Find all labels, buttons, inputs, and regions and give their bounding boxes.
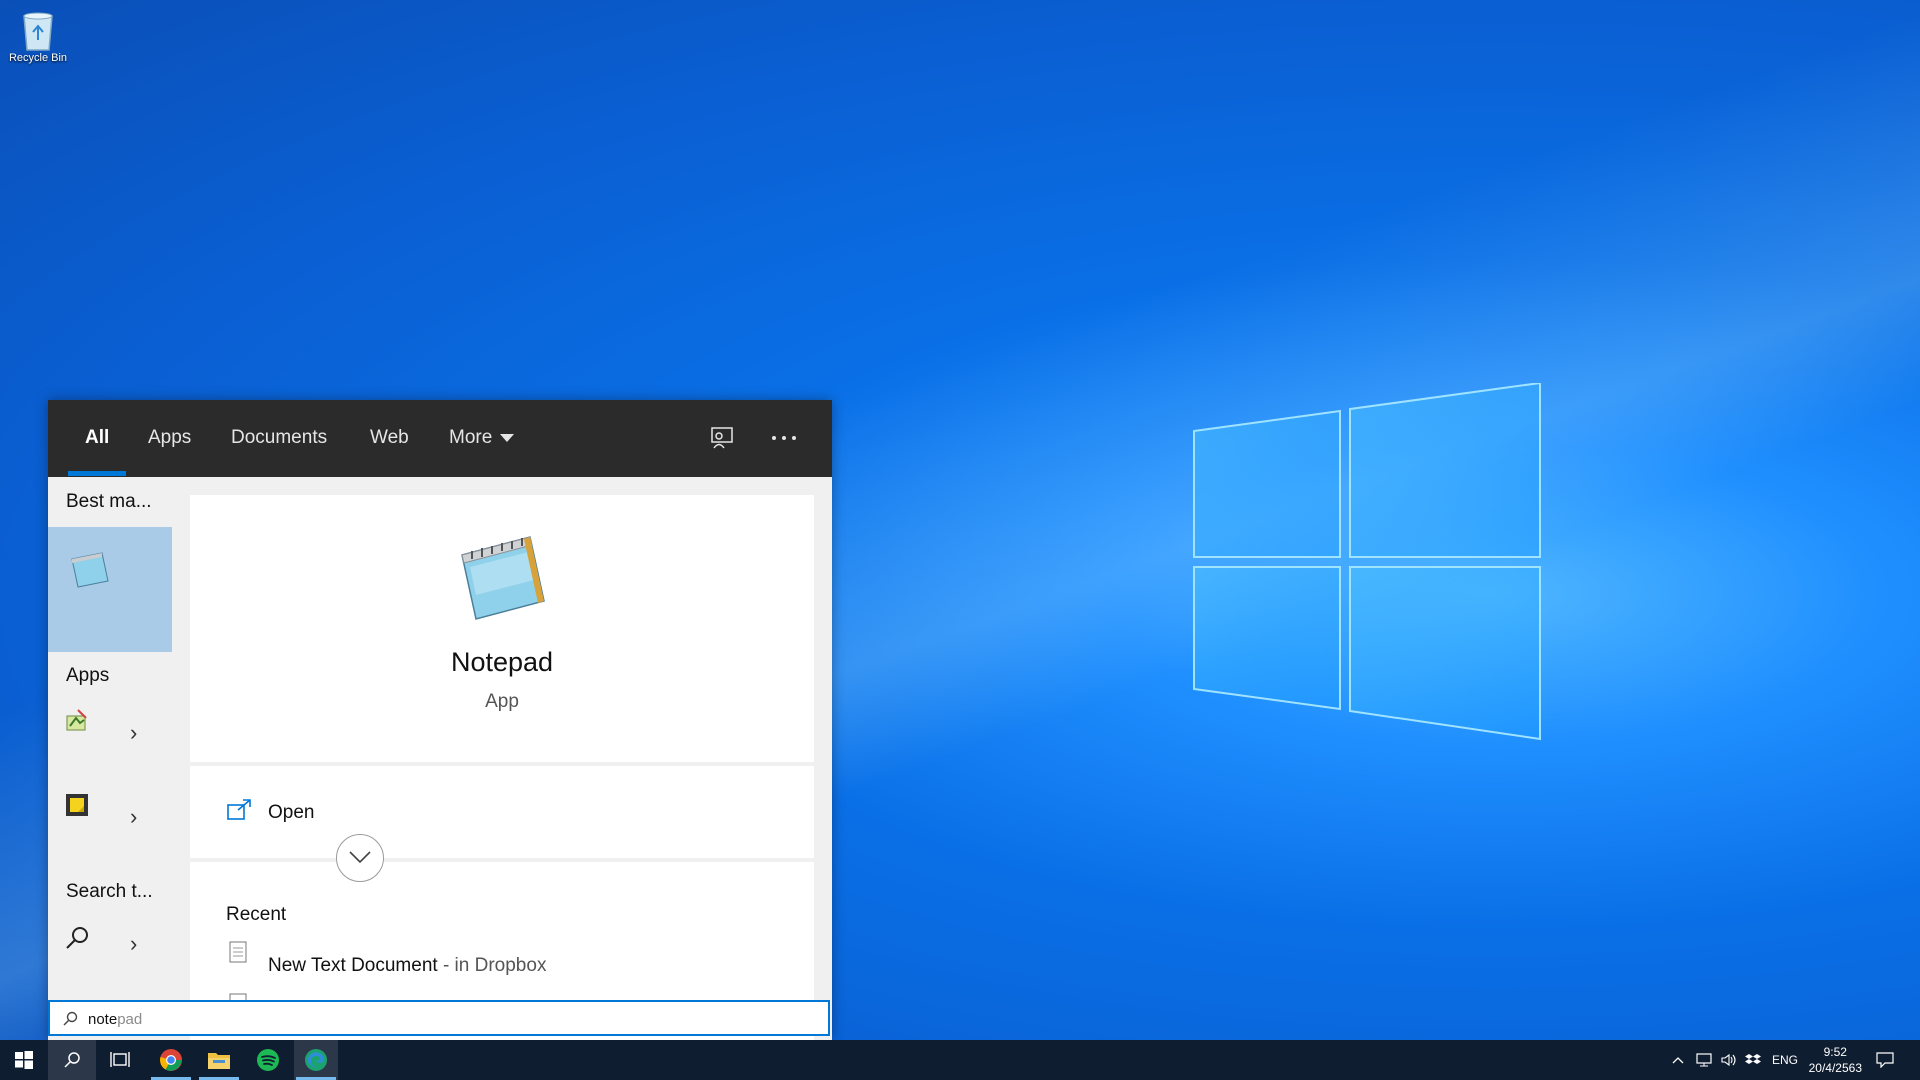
search-icon: [64, 1052, 80, 1068]
chevron-right-icon: ›: [130, 804, 138, 829]
app-result-sticky-notes[interactable]: ›: [48, 782, 172, 852]
chrome-icon: [160, 1049, 182, 1071]
taskbar-spotify[interactable]: [244, 1040, 292, 1080]
clock-time: 9:52: [1823, 1045, 1847, 1059]
notepad-icon: [71, 552, 109, 588]
open-action[interactable]: Open: [190, 766, 814, 858]
more-options-icon[interactable]: [770, 434, 798, 442]
app-result-paint[interactable]: ›: [48, 702, 172, 772]
taskbar-file-explorer[interactable]: [195, 1040, 243, 1080]
input-language[interactable]: ENG: [1772, 1040, 1798, 1080]
search-left-column: Best ma... Apps › › Search t... ›: [48, 477, 172, 1040]
search-header: All Apps Documents Web More: [48, 400, 832, 477]
tab-apps[interactable]: Apps: [148, 427, 191, 449]
folder-icon: [208, 1053, 230, 1069]
chevron-right-icon: ›: [130, 931, 138, 956]
search-query-suggestion: pad: [117, 1011, 143, 1028]
chevron-down-icon: [349, 851, 371, 864]
tab-all[interactable]: All: [85, 427, 109, 449]
chevron-up-icon: [1672, 1057, 1684, 1064]
notepad-large-icon: [461, 536, 545, 620]
dropbox-tray[interactable]: [1745, 1040, 1761, 1080]
network-tray[interactable]: [1696, 1040, 1714, 1080]
paint-app-icon: [66, 709, 87, 731]
volume-tray[interactable]: [1720, 1040, 1738, 1080]
search-panel: All Apps Documents Web More Best ma... A…: [48, 400, 832, 1040]
sticky-notes-icon: [66, 794, 88, 816]
search-web-result[interactable]: ›: [48, 917, 172, 977]
taskbar-edge[interactable]: [294, 1040, 338, 1080]
open-label: Open: [268, 802, 315, 823]
best-match-detail-card: Notepad App: [190, 495, 814, 762]
show-hidden-icons-button[interactable]: [1672, 1040, 1684, 1080]
search-icon: [63, 1011, 78, 1026]
notifications-icon: [1876, 1052, 1894, 1068]
tab-more[interactable]: More: [449, 427, 515, 449]
windows-logo-wallpaper: [1193, 383, 1541, 741]
volume-icon: [1721, 1053, 1736, 1067]
taskbar-search-button[interactable]: [48, 1040, 96, 1080]
tab-more-label: More: [449, 427, 493, 448]
taskbar: ENG 9:52 20/4/2563: [0, 1040, 1920, 1080]
apps-heading: Apps: [66, 665, 110, 686]
best-match-tile-notepad[interactable]: [48, 527, 172, 652]
recent-item[interactable]: New Text Document - in Dropbox: [268, 955, 546, 977]
search-input[interactable]: notepad: [48, 1000, 830, 1036]
recent-heading: Recent: [226, 904, 287, 925]
dropbox-icon: [1745, 1054, 1761, 1064]
recycle-bin-icon: [23, 12, 53, 51]
clock-date: 20/4/2563: [1808, 1061, 1862, 1075]
search-query: notepad: [88, 1011, 142, 1028]
recent-item-name: New Text Document: [268, 955, 438, 976]
search-query-typed: note: [88, 1011, 118, 1028]
windows-start-icon: [15, 1051, 33, 1069]
caret-down-icon: [500, 433, 515, 442]
feedback-icon[interactable]: [708, 424, 736, 452]
tab-documents[interactable]: Documents: [231, 427, 327, 449]
search-icon: [66, 927, 88, 949]
action-center-button[interactable]: [1876, 1040, 1894, 1080]
recent-item-location: - in Dropbox: [437, 955, 547, 976]
taskbar-chrome[interactable]: [147, 1040, 195, 1080]
text-document-icon: [229, 941, 247, 963]
spotify-icon: [257, 1049, 279, 1071]
search-web-heading: Search t...: [66, 881, 153, 902]
network-icon: [1696, 1053, 1712, 1067]
active-tab-indicator: [68, 471, 126, 476]
edge-icon: [305, 1049, 327, 1071]
recycle-bin-shortcut[interactable]: Recycle Bin: [4, 8, 72, 64]
open-external-icon: [227, 799, 251, 820]
app-name: Notepad: [450, 647, 554, 677]
task-view-icon: [110, 1052, 130, 1067]
app-type: App: [485, 691, 519, 712]
task-view-button[interactable]: [96, 1040, 144, 1080]
best-match-heading: Best ma...: [66, 491, 152, 512]
chevron-right-icon: ›: [130, 720, 138, 745]
start-button[interactable]: [0, 1040, 48, 1080]
tab-web[interactable]: Web: [370, 427, 409, 449]
clock[interactable]: 9:52 20/4/2563: [1809, 1044, 1862, 1076]
recycle-bin-label: Recycle Bin: [8, 52, 68, 64]
expand-button[interactable]: [336, 834, 384, 882]
